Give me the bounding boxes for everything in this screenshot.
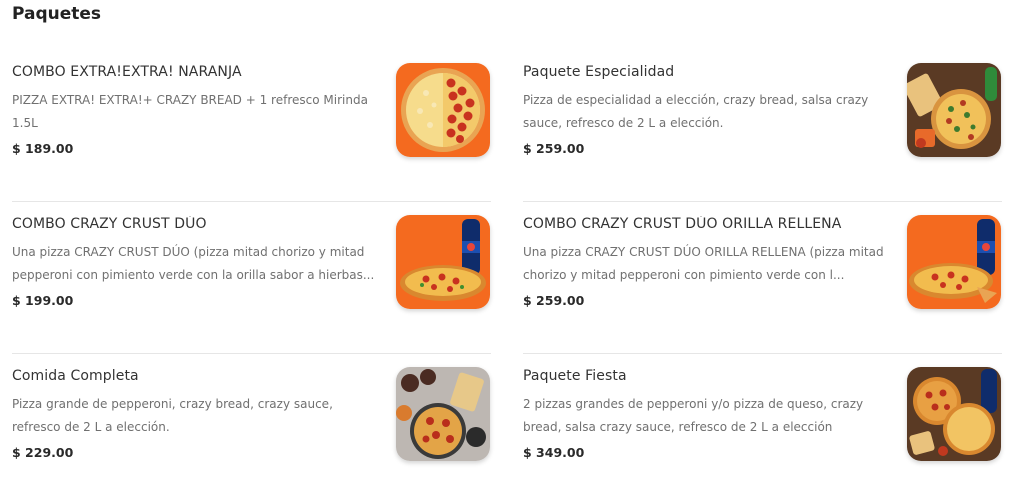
product-price: $ 229.00 (12, 445, 74, 460)
product-description: Una pizza CRAZY CRUST DÚO ORILLA RELLENA… (523, 245, 884, 282)
product-name: COMBO EXTRA!EXTRA! NARANJA (12, 64, 242, 80)
product-price: $ 259.00 (523, 293, 585, 308)
product-price: $ 349.00 (523, 445, 585, 460)
product-description: Pizza de especialidad a elección, crazy … (523, 93, 869, 130)
product-description: Pizza grande de pepperoni, crazy bread, … (12, 397, 333, 434)
product-image[interactable] (907, 63, 1001, 157)
section-title: Paquetes (12, 4, 102, 24)
product-image[interactable] (396, 63, 490, 157)
product-description: 2 pizzas grandes de pepperoni y/o pizza … (523, 397, 864, 434)
product-price: $ 259.00 (523, 141, 585, 156)
product-info: Paquete Especialidad Pizza de especialid… (523, 64, 889, 156)
product-image[interactable] (396, 367, 490, 461)
product-info: COMBO EXTRA!EXTRA! NARANJA PIZZA EXTRA! … (12, 64, 378, 156)
product-name: COMBO CRAZY CRUST DÚO ORILLA RELLENA (523, 216, 842, 232)
product-info: COMBO CRAZY CRUST DÚO Una pizza CRAZY CR… (12, 216, 378, 308)
product-image[interactable] (907, 367, 1001, 461)
product-card[interactable]: COMBO EXTRA!EXTRA! NARANJA PIZZA EXTRA! … (12, 50, 491, 202)
product-name: Paquete Especialidad (523, 64, 675, 80)
product-card[interactable]: Paquete Especialidad Pizza de especialid… (523, 50, 1002, 202)
product-card[interactable]: Comida Completa Pizza grande de pepperon… (12, 354, 491, 501)
product-card[interactable]: Paquete Fiesta 2 pizzas grandes de peppe… (523, 354, 1002, 501)
product-card[interactable]: COMBO CRAZY CRUST DÚO Una pizza CRAZY CR… (12, 202, 491, 354)
product-description: PIZZA EXTRA! EXTRA!+ CRAZY BREAD + 1 ref… (12, 93, 368, 130)
product-info: Paquete Fiesta 2 pizzas grandes de peppe… (523, 368, 889, 460)
products-grid: COMBO EXTRA!EXTRA! NARANJA PIZZA EXTRA! … (12, 50, 1002, 501)
product-name: Paquete Fiesta (523, 368, 627, 384)
product-image[interactable] (396, 215, 490, 309)
product-price: $ 189.00 (12, 141, 74, 156)
product-name: Comida Completa (12, 368, 139, 384)
product-image[interactable] (907, 215, 1001, 309)
product-card[interactable]: COMBO CRAZY CRUST DÚO ORILLA RELLENA Una… (523, 202, 1002, 354)
product-name: COMBO CRAZY CRUST DÚO (12, 216, 207, 232)
product-price: $ 199.00 (12, 293, 74, 308)
product-info: Comida Completa Pizza grande de pepperon… (12, 368, 378, 460)
product-info: COMBO CRAZY CRUST DÚO ORILLA RELLENA Una… (523, 216, 889, 308)
product-description: Una pizza CRAZY CRUST DÚO (pizza mitad c… (12, 245, 375, 282)
